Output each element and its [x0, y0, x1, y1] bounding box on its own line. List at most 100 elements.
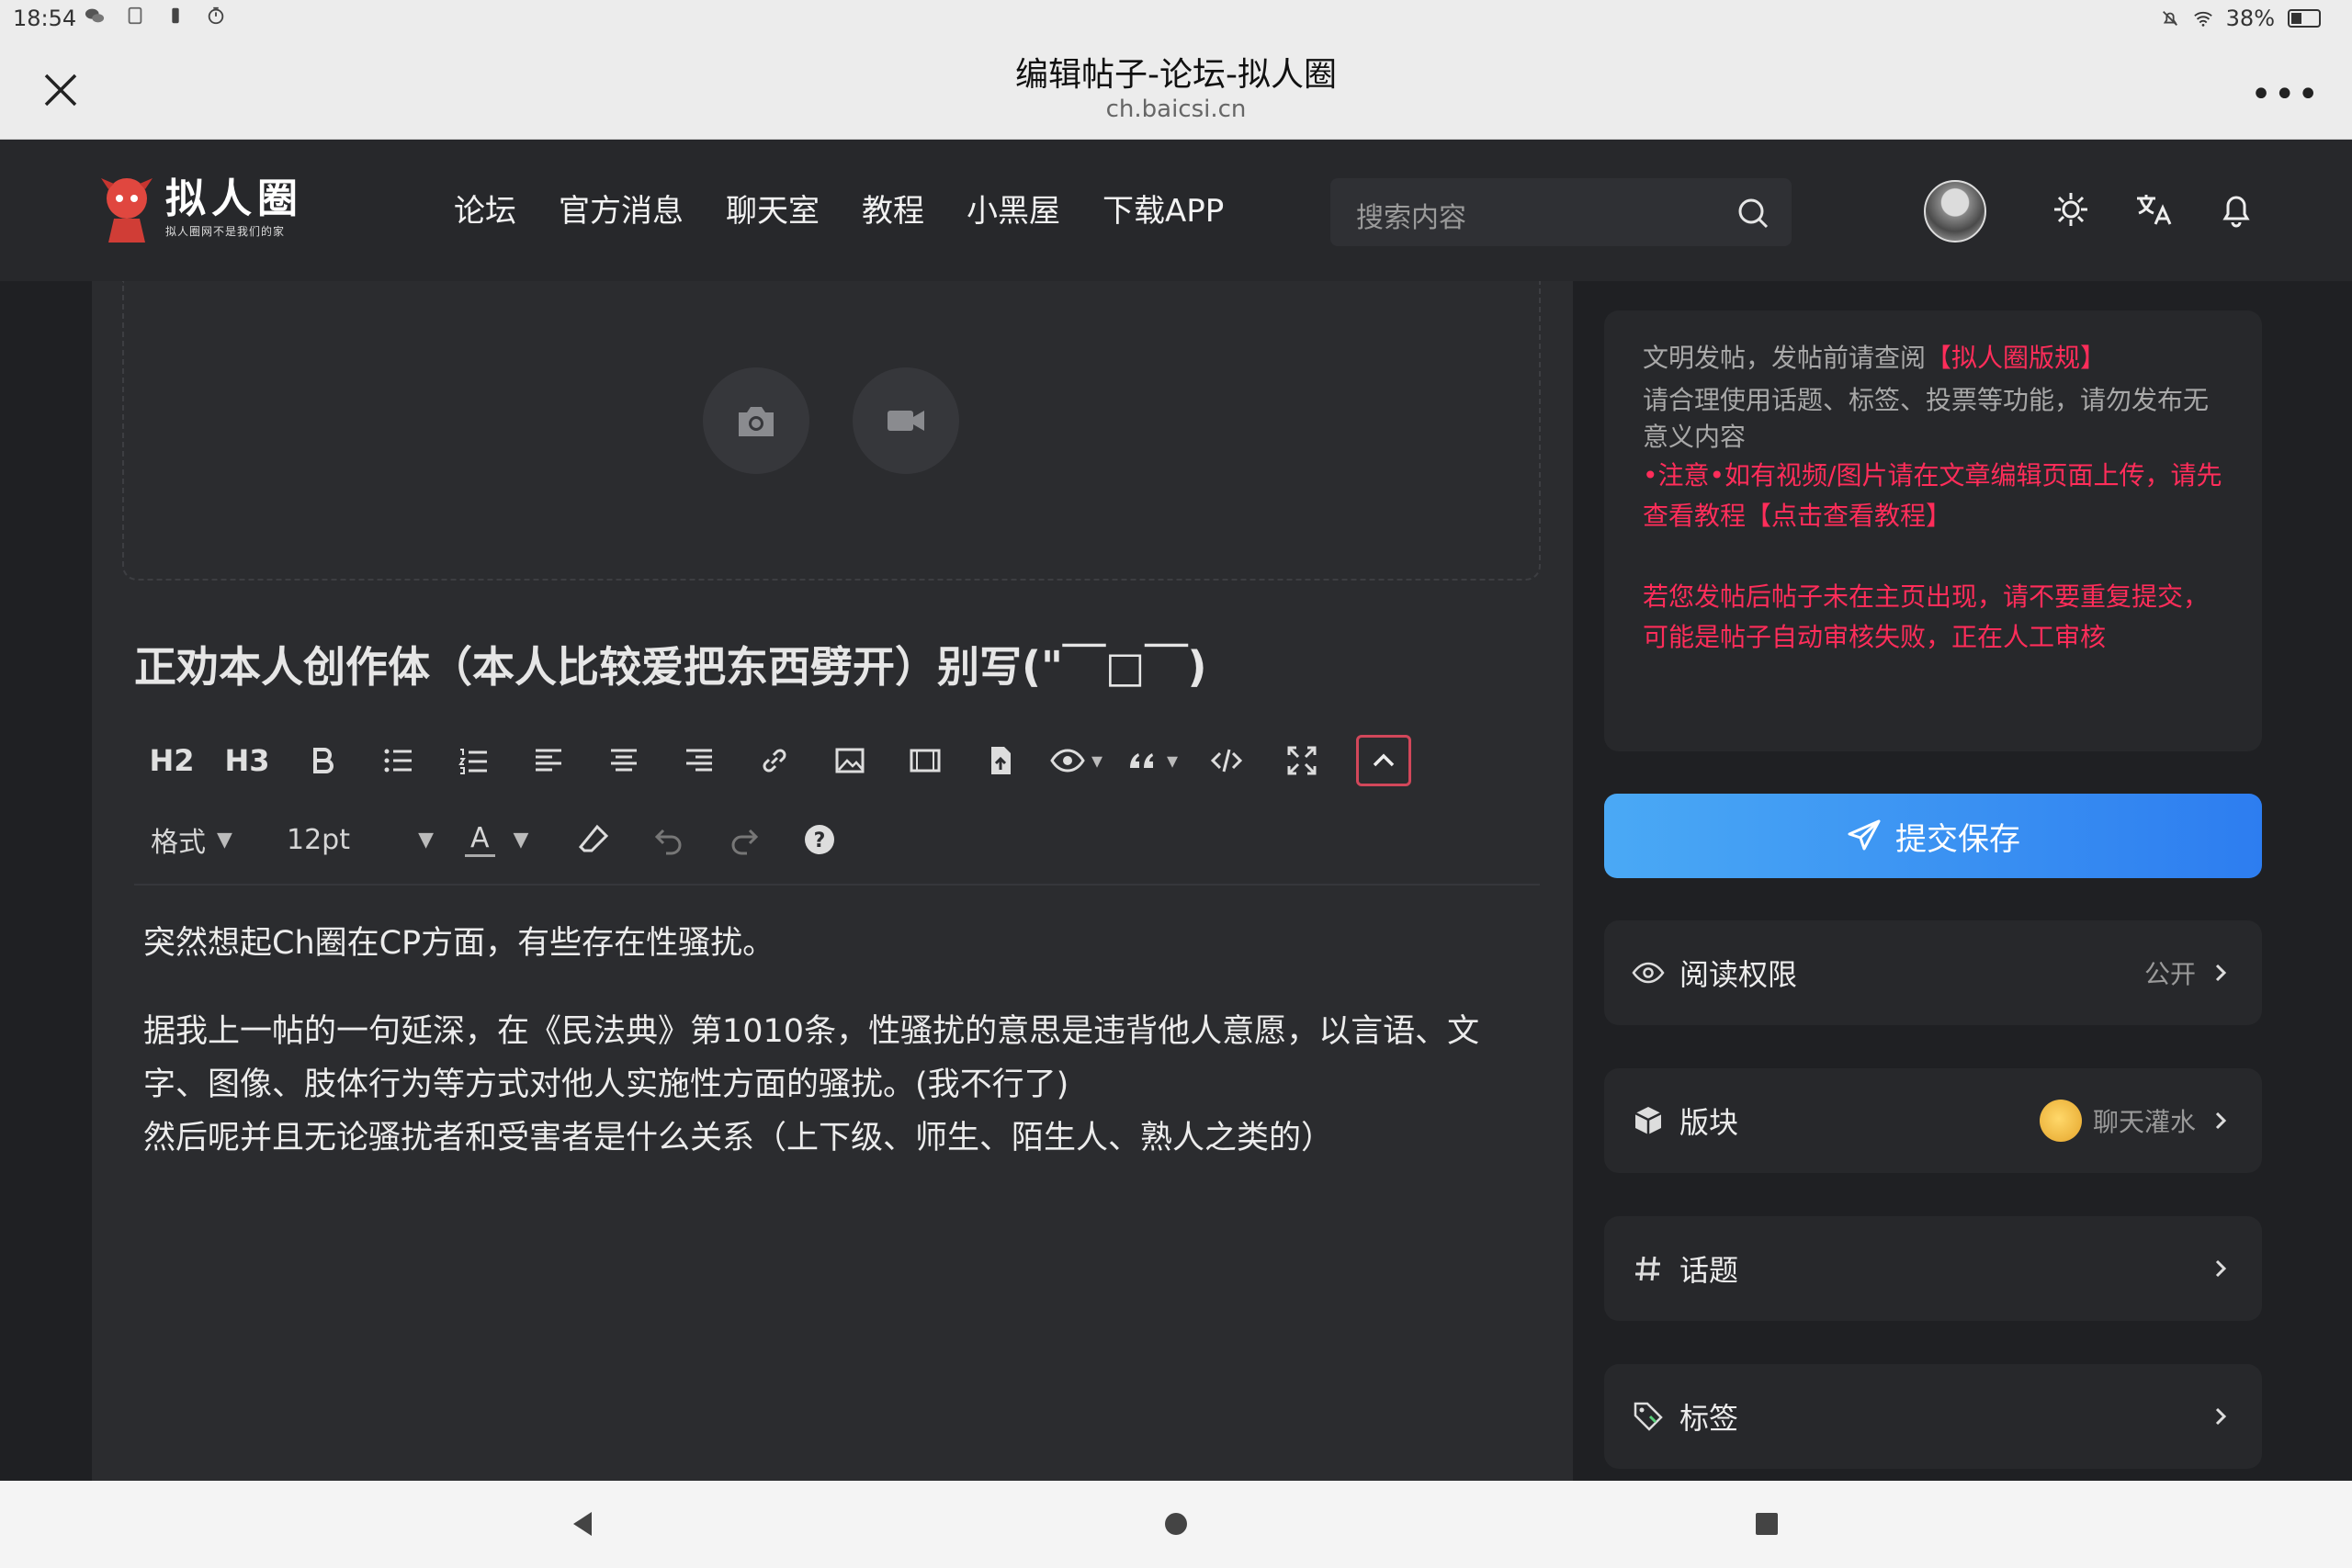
font-size-value: 12pt: [287, 823, 350, 856]
chevron-right-icon: [2215, 1111, 2227, 1130]
heading2-button[interactable]: H2: [134, 735, 209, 786]
video-button[interactable]: [888, 735, 963, 786]
avatar[interactable]: [1924, 180, 1986, 243]
search-box[interactable]: 搜索内容: [1330, 178, 1792, 246]
sim-icon: [128, 6, 142, 25]
numbered-list-icon: [458, 749, 487, 774]
timer-icon: [208, 6, 224, 25]
text-color-select[interactable]: A ▼: [465, 822, 528, 857]
rules-link[interactable]: 【拟人圈版规】: [1926, 343, 2106, 373]
bold-icon: [313, 748, 334, 773]
toolbar-divider: [134, 884, 1540, 886]
recents-icon[interactable]: [1751, 1508, 1782, 1540]
status-time: 18:54: [13, 6, 77, 31]
align-right-icon: [686, 749, 712, 772]
tag-setting[interactable]: 标签: [1604, 1364, 2262, 1469]
quote-icon: [1129, 753, 1153, 768]
site-slogan: 拟人圈网不是我们的家: [165, 224, 286, 238]
wechat-icon: [85, 8, 105, 23]
redo-button[interactable]: [707, 821, 782, 858]
mascot-logo-icon: [101, 178, 153, 243]
nav-item-blackroom[interactable]: 小黑屋: [967, 186, 1060, 231]
bullet-list-icon: [384, 749, 412, 773]
nav-item-official-news[interactable]: 官方消息: [559, 186, 684, 231]
board-setting[interactable]: 版块 聊天灌水: [1604, 1068, 2262, 1173]
setting-label: 话题: [1679, 1253, 1739, 1288]
collapse-toolbar-button[interactable]: [1356, 735, 1411, 786]
nav-item-download-app[interactable]: 下载APP: [1102, 186, 1224, 231]
camera-icon: [739, 407, 774, 436]
chevron-up-icon: [1373, 753, 1395, 767]
setting-label: 版块: [1679, 1105, 1739, 1140]
nav-item-chatroom[interactable]: 聊天室: [726, 186, 820, 231]
align-left-button[interactable]: [511, 735, 586, 786]
content-paragraph: 然后呢并且无论骚扰者和受害者是什么关系（上下级、师生、陌生人、熟人之类的）: [143, 1120, 1334, 1156]
upload-video-button[interactable]: [853, 367, 959, 474]
fullscreen-button[interactable]: [1264, 735, 1340, 786]
notification-bell-icon[interactable]: [2214, 187, 2258, 231]
mute-icon: [2162, 11, 2177, 26]
nav-item-forum[interactable]: 论坛: [454, 186, 516, 231]
tag-icon: [1634, 1402, 1663, 1431]
help-icon: ?: [805, 825, 835, 854]
submit-label: 提交保存: [1895, 820, 2020, 858]
svg-text:?: ?: [814, 829, 826, 852]
align-right-button[interactable]: [662, 735, 737, 786]
chevron-down-icon: ▼: [217, 828, 232, 852]
code-button[interactable]: [1189, 735, 1264, 786]
numbered-list-button[interactable]: [435, 735, 511, 786]
notice-line-4: 若您发帖后帖子未在主页出现，请不要重复提交，可能是帖子自动审核失败，正在人工审核: [1643, 581, 2210, 652]
link-button[interactable]: [737, 735, 812, 786]
setting-label: 标签: [1679, 1401, 1739, 1436]
code-icon: [1210, 749, 1243, 773]
notice-line-1: 文明发帖，发帖前请查阅: [1643, 343, 1927, 373]
setting-value: 公开: [2143, 959, 2196, 989]
status-bar: 18:54 38%: [0, 0, 2352, 39]
eye-icon: [1050, 749, 1085, 773]
file-button[interactable]: [963, 735, 1038, 786]
more-icon[interactable]: •••: [2250, 73, 2321, 116]
align-center-button[interactable]: [586, 735, 662, 786]
translate-icon[interactable]: [2132, 187, 2176, 231]
site-brand: 拟人圈: [165, 175, 303, 222]
editor-toolbar: H2 H3: [134, 735, 1411, 786]
home-icon[interactable]: [1160, 1508, 1192, 1540]
media-upload-area[interactable]: [122, 281, 1541, 581]
battery-saver-icon: [172, 7, 179, 24]
topic-setting[interactable]: 话题: [1604, 1216, 2262, 1321]
nav-item-tutorial[interactable]: 教程: [862, 186, 924, 231]
help-button[interactable]: ?: [782, 821, 857, 858]
content-paragraph: 突然想起Ch圈在CP方面，有些存在性骚扰。: [143, 925, 775, 962]
settings-gear-icon[interactable]: [2049, 187, 2093, 231]
editor-content[interactable]: 突然想起Ch圈在CP方面，有些存在性骚扰。 据我上一帖的一句延深，在《民法典》第…: [143, 917, 1521, 1165]
page-url: ch.baicsi.cn: [1105, 96, 1247, 123]
site-logo[interactable]: 拟人圈 拟人圈网不是我们的家: [96, 171, 303, 246]
heading3-button[interactable]: H3: [209, 735, 285, 786]
upload-photo-button[interactable]: [703, 367, 809, 474]
page-title: 编辑帖子-论坛-拟人圈: [1015, 56, 1337, 94]
battery-percent: 38%: [2225, 6, 2275, 31]
quote-button[interactable]: [1114, 735, 1189, 786]
undo-button[interactable]: [631, 821, 707, 858]
clear-format-button[interactable]: [556, 821, 631, 858]
back-icon[interactable]: [568, 1508, 599, 1540]
font-size-select[interactable]: 12pt ▼: [287, 824, 434, 856]
site-header: 拟人圈 拟人圈网不是我们的家 论坛 官方消息 聊天室 教程 小黑屋 下载APP …: [0, 140, 2352, 281]
hidden-content-button[interactable]: [1038, 735, 1114, 786]
notice-line-3[interactable]: •注意•如有视频/图片请在文章编辑页面上传，请先查看教程【点击查看教程】: [1643, 456, 2223, 536]
image-button[interactable]: [812, 735, 888, 786]
eye-icon: [1632, 962, 1665, 984]
bold-button[interactable]: [285, 735, 360, 786]
submit-save-button[interactable]: 提交保存: [1604, 794, 2262, 878]
undo-icon: [655, 829, 682, 855]
bullet-list-button[interactable]: [360, 735, 435, 786]
fullscreen-icon: [1287, 746, 1317, 775]
search-input[interactable]: 搜索内容: [1356, 195, 1466, 235]
format-select[interactable]: 格式 ▼: [151, 819, 276, 860]
read-permission-setting[interactable]: 阅读权限 公开: [1604, 920, 2262, 1025]
search-icon[interactable]: [1735, 195, 1771, 231]
post-title[interactable]: 正劝本人创作体（本人比较爱把东西劈开）别写("￣□￣): [134, 634, 1206, 694]
content-paragraph: 据我上一帖的一句延深，在《民法典》第1010条，性骚扰的意思是违背他人意愿，以言…: [143, 1013, 1480, 1103]
board-emoji-icon: [2039, 1100, 2082, 1142]
image-icon: [835, 748, 865, 773]
